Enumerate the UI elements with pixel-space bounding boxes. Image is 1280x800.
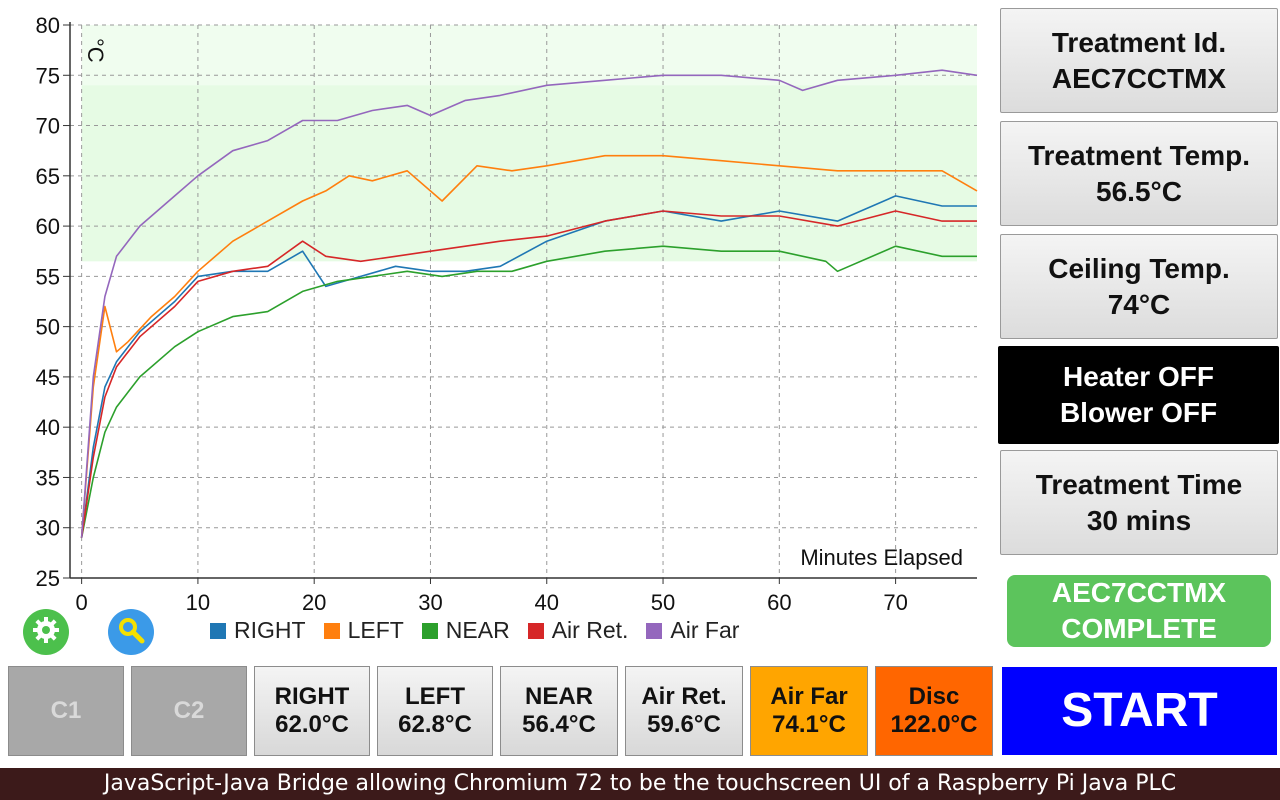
y-tick-label: 40 bbox=[36, 415, 60, 440]
x-tick-label: 60 bbox=[767, 590, 791, 615]
ceiling-temp-value: 74°C bbox=[1107, 288, 1171, 320]
x-tick-label: 40 bbox=[535, 590, 559, 615]
near-sensor-value: 56.4°C bbox=[522, 711, 596, 738]
heater-status: Heater OFF bbox=[1063, 361, 1214, 392]
y-tick-label: 80 bbox=[36, 13, 60, 38]
y-tick-label: 70 bbox=[36, 114, 60, 139]
y-tick-label: 65 bbox=[36, 164, 60, 189]
c1-button[interactable]: C1 bbox=[8, 666, 124, 756]
y-tick-label: 60 bbox=[36, 214, 60, 239]
gear-icon bbox=[31, 615, 61, 650]
x-tick-label: 70 bbox=[883, 590, 907, 615]
y-axis-label: °C bbox=[83, 38, 108, 63]
settings-button[interactable] bbox=[23, 609, 69, 655]
y-tick-label: 30 bbox=[36, 516, 60, 541]
treatment-time-value: 30 mins bbox=[1086, 504, 1192, 536]
magnifier-icon bbox=[116, 615, 146, 650]
right-sensor-button[interactable]: RIGHT 62.0°C bbox=[254, 666, 370, 756]
caption-banner: JavaScript-Java Bridge allowing Chromium… bbox=[0, 768, 1280, 800]
near-sensor-button[interactable]: NEAR 56.4°C bbox=[500, 666, 618, 756]
air-ret-sensor-button[interactable]: Air Ret. 59.6°C bbox=[625, 666, 743, 756]
series-line-near bbox=[80, 245, 977, 538]
near-sensor-label: NEAR bbox=[524, 683, 593, 710]
treatment-temp-value: 56.5°C bbox=[1096, 175, 1182, 207]
air-ret-sensor-value: 59.6°C bbox=[647, 711, 721, 738]
air-ret-sensor-label: Air Ret. bbox=[641, 683, 727, 710]
disc-sensor-label: Disc bbox=[908, 683, 960, 710]
air-far-sensor-button[interactable]: Air Far 74.1°C bbox=[750, 666, 868, 756]
treatment-temp-panel[interactable]: Treatment Temp. 56.5°C bbox=[1000, 121, 1278, 226]
y-tick-label: 25 bbox=[36, 566, 60, 591]
heater-blower-status[interactable]: Heater OFF Blower OFF bbox=[998, 346, 1279, 444]
chart-legend: RIGHT LEFT NEAR Air Ret. Air Far bbox=[210, 617, 739, 644]
legend-label: Air Far bbox=[670, 617, 740, 643]
x-axis-label: Minutes Elapsed bbox=[800, 545, 963, 570]
disc-sensor-button[interactable]: Disc 122.0°C bbox=[875, 666, 993, 756]
zoom-button[interactable] bbox=[108, 609, 154, 655]
left-sensor-value: 62.8°C bbox=[398, 711, 472, 738]
treatment-time-label: Treatment Time bbox=[1035, 468, 1243, 500]
treatment-id-label: Treatment Id. bbox=[1051, 26, 1227, 58]
x-tick-label: 50 bbox=[651, 590, 675, 615]
complete-text: COMPLETE bbox=[1061, 613, 1217, 644]
legend-item-right: RIGHT bbox=[210, 617, 306, 644]
disc-sensor-value: 122.0°C bbox=[890, 711, 978, 738]
start-label: START bbox=[1061, 684, 1218, 737]
treatment-id-panel[interactable]: Treatment Id. AEC7CCTMX bbox=[1000, 8, 1278, 113]
ceiling-band-rect bbox=[81, 85, 978, 262]
legend-item-air-ret: Air Ret. bbox=[527, 617, 629, 644]
legend-label: NEAR bbox=[445, 617, 510, 643]
legend-item-air-far: Air Far bbox=[646, 617, 739, 644]
legend-label: RIGHT bbox=[234, 617, 306, 643]
legend-label: Air Ret. bbox=[551, 617, 629, 643]
start-button[interactable]: START bbox=[1001, 666, 1278, 756]
x-tick-label: 0 bbox=[76, 590, 88, 615]
legend-item-near: NEAR bbox=[421, 617, 510, 644]
x-tick-label: 30 bbox=[418, 590, 442, 615]
y-tick-label: 45 bbox=[36, 365, 60, 390]
left-sensor-button[interactable]: LEFT 62.8°C bbox=[377, 666, 493, 756]
complete-id: AEC7CCTMX bbox=[1051, 577, 1227, 608]
y-tick-label: 50 bbox=[36, 315, 60, 340]
left-sensor-label: LEFT bbox=[405, 683, 465, 710]
treatment-time-panel[interactable]: Treatment Time 30 mins bbox=[1000, 450, 1278, 555]
air-far-sensor-label: Air Far bbox=[770, 683, 848, 710]
right-sensor-label: RIGHT bbox=[274, 683, 350, 710]
treatment-id-value: AEC7CCTMX bbox=[1051, 62, 1227, 94]
c2-label: C2 bbox=[173, 697, 205, 724]
treatment-temp-label: Treatment Temp. bbox=[1028, 139, 1250, 171]
blower-status: Blower OFF bbox=[1059, 397, 1218, 428]
y-tick-label: 55 bbox=[36, 264, 60, 289]
legend-item-left: LEFT bbox=[323, 617, 404, 644]
air-far-sensor-value: 74.1°C bbox=[772, 711, 846, 738]
c1-label: C1 bbox=[50, 697, 82, 724]
temperature-chart: 2530354045505560657075800 10 20 30 40 50 60 70 … bbox=[36, 13, 978, 615]
c2-button[interactable]: C2 bbox=[131, 666, 247, 756]
y-tick-label: 75 bbox=[36, 63, 60, 88]
x-tick-label: 10 bbox=[186, 590, 210, 615]
y-tick-label: 35 bbox=[36, 465, 60, 490]
ceiling-temp-label: Ceiling Temp. bbox=[1048, 252, 1230, 284]
legend-label: LEFT bbox=[347, 617, 404, 643]
treatment-complete-badge: AEC7CCTMX COMPLETE bbox=[1007, 575, 1271, 647]
caption-text: JavaScript-Java Bridge allowing Chromium… bbox=[103, 771, 1177, 796]
right-sensor-value: 62.0°C bbox=[275, 711, 349, 738]
x-tick-label: 20 bbox=[302, 590, 326, 615]
ceiling-temp-panel[interactable]: Ceiling Temp. 74°C bbox=[1000, 234, 1278, 339]
